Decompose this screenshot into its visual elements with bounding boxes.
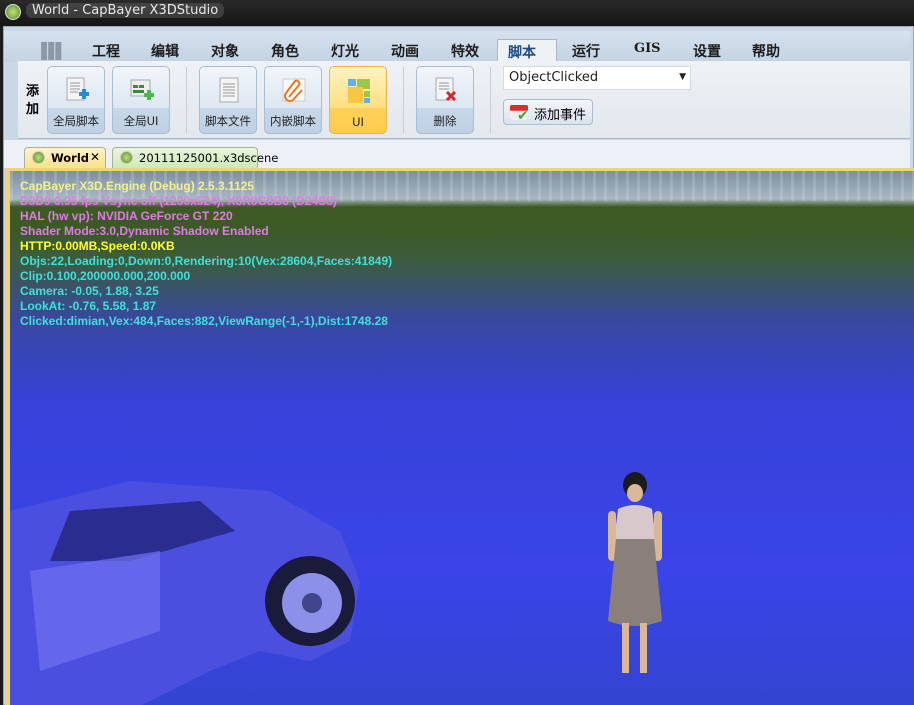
- delete-icon: [435, 77, 457, 102]
- tab-animation[interactable]: 动画: [381, 39, 429, 62]
- document-tabs: World ✕ 20111125001.x3dscene: [4, 140, 910, 168]
- doc-tab-label: 20111125001.x3dscene: [139, 151, 279, 165]
- window-title: World - CapBayer X3DStudio: [26, 3, 225, 18]
- add-event-button[interactable]: ✔ 添加事件: [503, 99, 593, 125]
- debug-line: D3D9 6.95 fps Vsync off (1230x524), X8R8…: [20, 194, 337, 208]
- chevron-down-icon[interactable]: ▼: [679, 72, 686, 82]
- tab-help[interactable]: 帮助: [742, 39, 790, 62]
- checkmark-icon: ✔: [517, 108, 529, 124]
- debug-line: CapBayer X3D.Engine (Debug) 2.5.3.1125: [20, 179, 255, 193]
- 3d-viewport[interactable]: CapBayer X3D.Engine (Debug) 2.5.3.1125 D3…: [5, 168, 914, 705]
- tab-gis[interactable]: GIS: [624, 39, 671, 62]
- scene-icon: [32, 151, 45, 164]
- debug-line: Shader Mode:3.0,Dynamic Shadow Enabled: [20, 224, 269, 238]
- ui-add-icon: [130, 79, 154, 100]
- debug-line: Clicked:dimian,Vex:484,Faces:882,ViewRan…: [20, 314, 388, 328]
- global-script-label: 全局脚本: [53, 114, 99, 128]
- app-icon: [5, 4, 21, 20]
- paperclip-icon: [282, 78, 306, 102]
- debug-line: Objs:22,Loading:0,Down:0,Rendering:10(Ve…: [20, 254, 393, 268]
- group-label-add: 添加: [26, 84, 40, 117]
- script-file-label: 脚本文件: [205, 114, 251, 128]
- global-ui-label: 全局UI: [123, 114, 159, 128]
- scene-icon: [120, 151, 133, 164]
- tab-run[interactable]: 运行: [562, 39, 610, 62]
- tab-effects[interactable]: 特效: [441, 39, 489, 62]
- tab-light[interactable]: 灯光: [321, 39, 369, 62]
- debug-overlay: CapBayer X3D.Engine (Debug) 2.5.3.1125 D3…: [20, 179, 392, 329]
- separator: [490, 67, 491, 133]
- ui-layout-icon: [348, 79, 370, 103]
- tab-project[interactable]: 工程: [82, 39, 130, 62]
- embedded-script-button[interactable]: 内嵌脚本: [264, 66, 322, 134]
- event-select-value: ObjectClicked: [509, 70, 599, 85]
- ui-button[interactable]: UI: [329, 66, 387, 134]
- add-event-label: 添加事件: [534, 108, 587, 123]
- doc-tab-label: World: [51, 151, 90, 165]
- tab-character[interactable]: 角色: [261, 39, 309, 62]
- global-ui-button[interactable]: 全局UI: [112, 66, 170, 134]
- ribbon-panel: 添加 全局脚本 全局UI 脚本文件 内嵌脚本 UI 删除 ObjectClick…: [18, 61, 910, 139]
- separator: [403, 67, 404, 133]
- separator: [186, 67, 187, 133]
- debug-line: Clip:0.100,200000.000,200.000: [20, 269, 191, 283]
- close-icon[interactable]: ✕: [90, 150, 100, 164]
- debug-line: HAL (hw vp): NVIDIA GeForce GT 220: [20, 209, 233, 223]
- ribbon-tabs: ▪▪▪ ▪▪▪ ▪▪▪ 工程 编辑 对象 角色 灯光 动画 特效 脚本 运行 GIS…: [4, 31, 910, 62]
- tab-edit[interactable]: 编辑: [141, 39, 189, 62]
- title-bar: World - CapBayer X3DStudio: [0, 0, 914, 26]
- delete-button[interactable]: 删除: [416, 66, 474, 134]
- ui-label: UI: [352, 115, 364, 129]
- delete-label: 删除: [433, 114, 457, 128]
- debug-line: LookAt: -0.76, 5.58, 1.87: [20, 299, 157, 313]
- debug-line: HTTP:0.00MB,Speed:0.0KB: [20, 239, 175, 253]
- doc-add-icon: [66, 77, 89, 101]
- car-model[interactable]: [10, 471, 370, 705]
- tab-object[interactable]: 对象: [201, 39, 249, 62]
- character-model[interactable]: [600, 471, 670, 691]
- quick-access-grip-icon[interactable]: ▪▪▪ ▪▪▪ ▪▪▪: [40, 38, 62, 62]
- script-file-icon: [219, 77, 239, 103]
- embedded-script-label: 内嵌脚本: [270, 114, 316, 128]
- debug-line: Camera: -0.05, 1.88, 3.25: [20, 284, 159, 298]
- script-file-button[interactable]: 脚本文件: [199, 66, 257, 134]
- event-select[interactable]: ObjectClicked ▼: [503, 66, 691, 90]
- doc-tab-world[interactable]: World ✕: [24, 147, 106, 168]
- global-script-button[interactable]: 全局脚本: [47, 66, 105, 134]
- doc-tab-scene-file[interactable]: 20111125001.x3dscene: [112, 147, 278, 168]
- tab-script[interactable]: 脚本: [497, 39, 557, 62]
- tab-settings[interactable]: 设置: [683, 39, 731, 62]
